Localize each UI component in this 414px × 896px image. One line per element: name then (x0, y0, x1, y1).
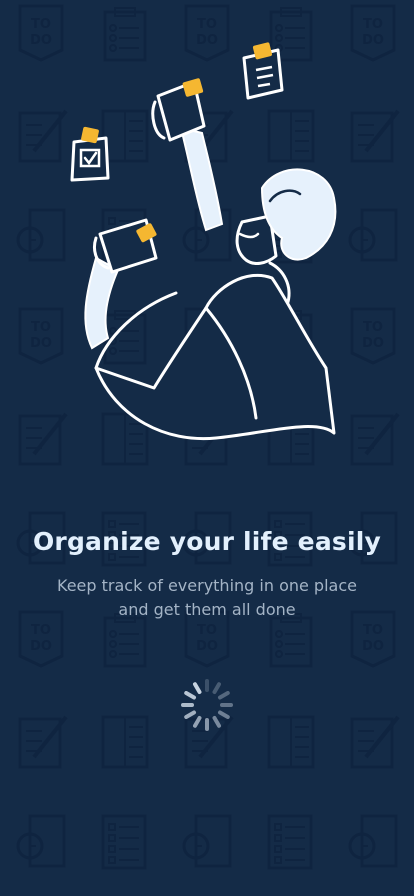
notepad-pencil-icon (18, 715, 68, 769)
person-juggling-notes-illustration (70, 42, 337, 441)
person-head (235, 168, 337, 265)
svg-text:DO: DO (362, 33, 384, 48)
svg-text:DO: DO (30, 336, 52, 351)
clock-icon (182, 814, 232, 868)
spinner-segment (217, 710, 230, 719)
spinner-segment (184, 710, 197, 719)
svg-text:TO: TO (197, 17, 217, 32)
svg-text:TO: TO (31, 17, 51, 32)
svg-text:TO: TO (363, 623, 383, 638)
notepad-pencil-icon (350, 109, 400, 163)
onboarding-title: Organize your life easily (32, 527, 382, 556)
todo-stamp-icon: TODO (18, 610, 64, 668)
clipboard-icon (103, 613, 147, 668)
arm-right-holding-note (151, 78, 224, 232)
svg-text:DO: DO (30, 33, 52, 48)
notepad-pencil-icon (350, 412, 400, 466)
todo-stamp-icon: TODO (184, 610, 230, 668)
flying-note-top-right (242, 42, 284, 100)
splash-screen: TODOTODOTODOTODOTODOTODOTODOTODOTODO (0, 0, 414, 896)
todo-stamp-icon: TODO (350, 610, 396, 668)
spinner-segment (193, 682, 202, 695)
svg-text:TO: TO (363, 17, 383, 32)
onboarding-subtitle-line2: and get them all done (118, 600, 296, 619)
clock-icon (16, 814, 66, 868)
clipboard-icon (269, 613, 313, 668)
planner-icon (101, 715, 149, 769)
flying-note-left (70, 126, 110, 182)
svg-text:TO: TO (197, 623, 217, 638)
svg-text:TO: TO (31, 320, 51, 335)
svg-text:TO: TO (31, 623, 51, 638)
svg-text:DO: DO (196, 639, 218, 654)
todo-stamp-icon: TODO (350, 4, 396, 62)
spinner-segment (193, 715, 202, 728)
onboarding-subtitle-line1: Keep track of everything in one place (57, 576, 357, 595)
clock-icon (348, 208, 398, 262)
notepad-pencil-icon (350, 715, 400, 769)
svg-text:DO: DO (362, 639, 384, 654)
planner-icon (267, 715, 315, 769)
spinner-segment (212, 715, 221, 728)
spinner-segment (184, 691, 197, 700)
svg-text:DO: DO (362, 336, 384, 351)
checklist-icon (101, 814, 147, 870)
person-body (94, 261, 336, 441)
todo-stamp-icon: TODO (350, 307, 396, 365)
svg-text:DO: DO (30, 639, 52, 654)
checklist-icon (267, 814, 313, 870)
spinner-segment (217, 691, 230, 700)
spinner-segment (212, 682, 221, 695)
clock-icon (348, 814, 398, 868)
svg-text:TO: TO (363, 320, 383, 335)
loading-spinner-icon (181, 679, 233, 731)
